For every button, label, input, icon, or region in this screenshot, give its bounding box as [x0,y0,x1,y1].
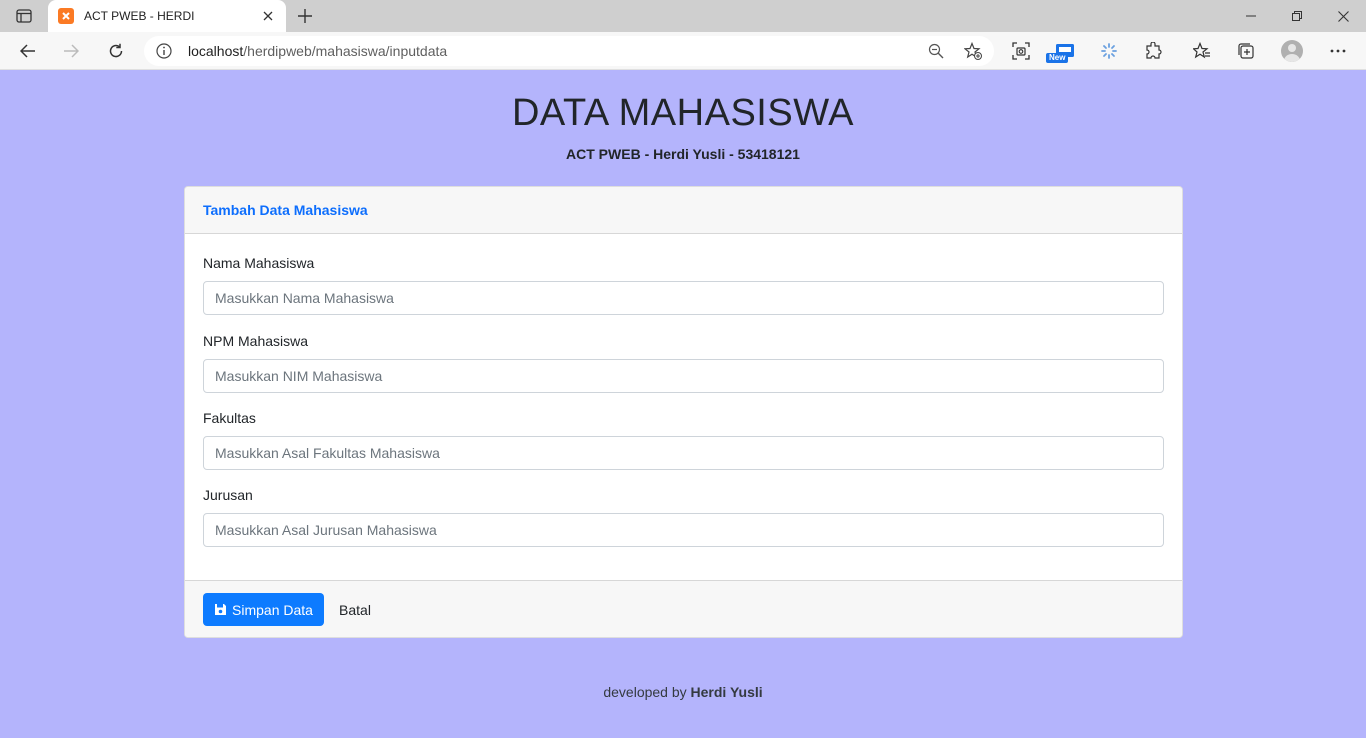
form-group-jurusan: Jurusan [203,487,1165,547]
card-header: Tambah Data Mahasiswa [185,187,1182,234]
save-button-label: Simpan Data [232,601,313,618]
profile-icon[interactable] [1277,37,1307,65]
zoom-out-icon[interactable] [928,43,944,64]
browser-tab-bar: ACT PWEB - HERDI [0,0,1366,32]
form-group-nama: Nama Mahasiswa [203,255,1165,315]
refresh-icon[interactable] [101,37,131,65]
cancel-button[interactable]: Batal [329,593,381,626]
loading-extension-icon[interactable] [1094,37,1124,65]
nama-input[interactable] [203,281,1164,315]
screenshot-icon[interactable] [1006,37,1036,65]
page-footer: developed by Herdi Yusli [0,684,1366,700]
npm-input[interactable] [203,359,1164,393]
forward-icon[interactable] [56,37,86,65]
more-options-icon[interactable] [1323,37,1353,65]
close-window-icon[interactable] [1320,0,1366,32]
new-tab-icon[interactable] [294,6,316,26]
collections-icon[interactable] [1231,37,1261,65]
avatar [1281,40,1303,62]
nama-label: Nama Mahasiswa [203,255,315,271]
tab-actions-icon[interactable] [10,6,38,26]
tab-title: ACT PWEB - HERDI [84,9,195,23]
footer-author: Herdi Yusli [690,684,763,700]
new-badge: New [1046,53,1069,63]
fakultas-label: Fakultas [203,410,256,426]
address-host: localhost [188,43,244,59]
save-button[interactable]: Simpan Data [203,593,324,626]
page-title: DATA MAHASISWA [511,92,854,134]
card-header-title: Tambah Data Mahasiswa [203,202,368,218]
add-favorite-icon[interactable] [963,41,982,65]
save-icon [214,603,227,616]
favorites-icon[interactable] [1187,37,1217,65]
back-icon[interactable] [13,37,43,65]
browser-tab[interactable]: ACT PWEB - HERDI [48,0,286,32]
restore-icon[interactable] [1274,0,1320,32]
footer-prefix: developed by [603,684,687,700]
site-info-icon[interactable] [156,43,172,59]
page-subtitle: ACT PWEB - Herdi Yusli - 53418121 [566,146,800,162]
form-card: Tambah Data Mahasiswa Nama Mahasiswa NPM… [184,186,1183,638]
xampp-favicon-icon [58,8,74,24]
address-path: /herdipweb/mahasiswa/inputdata [243,43,448,59]
address-bar[interactable]: localhost/herdipweb/mahasiswa/inputdata [144,36,994,66]
npm-label: NPM Mahasiswa [203,333,309,349]
minimize-icon[interactable] [1228,0,1274,32]
fakultas-input[interactable] [203,436,1164,470]
form-group-npm: NPM Mahasiswa [203,333,1165,393]
address-url: localhost/herdipweb/mahasiswa/inputdata [188,43,447,59]
web-capture-new-icon[interactable]: New [1046,37,1080,65]
card-footer: Simpan Data Batal [185,580,1182,637]
form-group-fakultas: Fakultas [203,410,1165,470]
jurusan-input[interactable] [203,513,1164,547]
browser-toolbar: localhost/herdipweb/mahasiswa/inputdata … [0,32,1366,70]
extensions-icon[interactable] [1138,37,1168,65]
close-tab-icon[interactable] [260,8,276,24]
jurusan-label: Jurusan [203,487,253,503]
